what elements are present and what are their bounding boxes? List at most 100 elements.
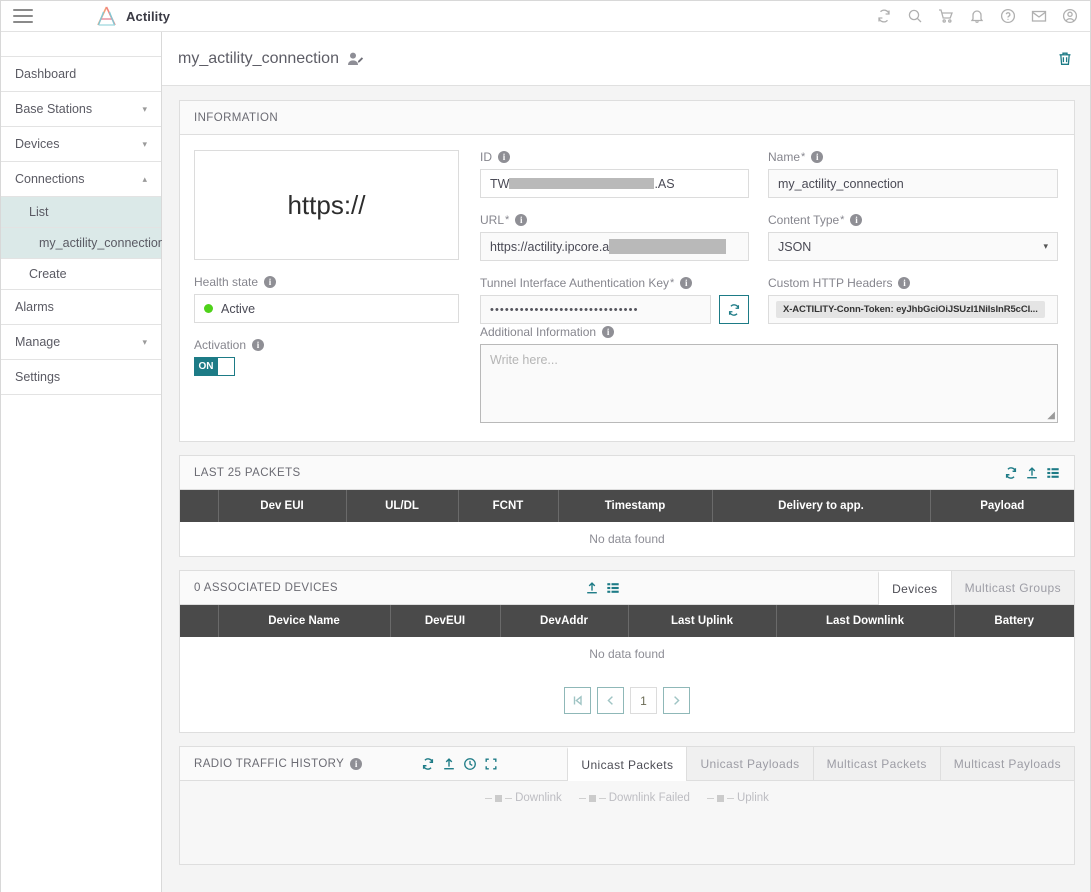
export-icon[interactable] [442, 757, 456, 771]
page-header: my_actility_connection [162, 32, 1090, 86]
columns-icon[interactable] [1046, 466, 1060, 480]
column-header[interactable] [180, 490, 219, 522]
columns-icon[interactable] [606, 581, 620, 595]
header-chip[interactable]: X-ACTILITY-Conn-Token: eyJhbGciOiJSUzI1N… [776, 301, 1045, 318]
info-icon[interactable]: i [498, 151, 510, 163]
fullscreen-icon[interactable] [484, 757, 498, 771]
page-number-input[interactable]: 1 [630, 687, 657, 714]
custom-headers-field[interactable]: X-ACTILITY-Conn-Token: eyJhbGciOiJSUzI1N… [768, 295, 1058, 324]
sidebar-item-alarms[interactable]: Alarms [1, 290, 161, 325]
cart-icon[interactable] [938, 8, 954, 24]
chevron-up-icon: ▴ [142, 173, 147, 184]
redaction-bar [509, 178, 655, 189]
column-header[interactable]: Payload [930, 490, 1074, 522]
sidebar-item-dashboard[interactable]: Dashboard [1, 57, 161, 92]
url-field[interactable]: https://actility.ipcore.a [480, 232, 749, 261]
tab-devices[interactable]: Devices [878, 571, 951, 605]
sidebar-item-settings[interactable]: Settings [1, 360, 161, 395]
sidebar-item-label: Settings [15, 370, 61, 384]
sidebar-item-manage[interactable]: Manage ▾ [1, 325, 161, 360]
packets-table: Dev EUI UL/DL FCNT Timestamp Delivery to… [180, 490, 1074, 556]
info-icon[interactable]: i [602, 326, 615, 338]
hamburger-icon[interactable] [13, 9, 33, 23]
legend-marker [716, 794, 724, 802]
user-edit-icon[interactable] [347, 51, 364, 67]
tab-unicast-payloads[interactable]: Unicast Payloads [686, 747, 813, 780]
sidebar-item-base-stations[interactable]: Base Stations ▾ [1, 92, 161, 127]
additional-info-spacer [194, 325, 480, 423]
column-header[interactable]: UL/DL [346, 490, 459, 522]
column-header[interactable]: Device Name [218, 605, 391, 637]
account-icon[interactable] [1062, 8, 1078, 24]
id-value-prefix: TW [490, 176, 510, 191]
regenerate-key-button[interactable] [719, 295, 749, 324]
id-field[interactable]: TW .AS [480, 169, 749, 198]
column-header[interactable]: Dev EUI [218, 490, 347, 522]
legend-item-downlink-failed[interactable]: Downlink Failed [578, 792, 690, 804]
trash-icon[interactable] [1056, 50, 1074, 68]
tab-multicast-packets[interactable]: Multicast Packets [812, 747, 940, 780]
name-value: my_actility_connection [778, 176, 904, 191]
section-title: RADIO TRAFFIC HISTORY [194, 757, 345, 770]
refresh-icon[interactable] [876, 8, 892, 24]
tab-unicast-packets[interactable]: Unicast Packets [567, 747, 687, 781]
devices-table: Device Name DevEUI DevAddr Last Uplink L… [180, 605, 1074, 671]
radio-traffic-chart [180, 818, 1074, 864]
info-icon[interactable]: i [898, 277, 911, 289]
column-header[interactable]: Last Downlink [776, 605, 955, 637]
sidebar-item-list[interactable]: List [1, 197, 161, 228]
info-icon[interactable]: i [811, 151, 824, 163]
actility-logo-icon [97, 6, 116, 26]
sidebar-item-label: Connections [15, 172, 85, 186]
first-page-button[interactable] [564, 687, 591, 714]
status-dot-icon [204, 304, 213, 313]
topbar-icon-group [876, 8, 1078, 24]
column-header[interactable] [180, 605, 219, 637]
id-label: ID i [480, 150, 749, 164]
tab-multicast-payloads[interactable]: Multicast Payloads [939, 747, 1074, 780]
export-icon[interactable] [585, 581, 599, 595]
auth-key-value: •••••••••••••••••••••••••••••• [490, 303, 639, 316]
info-icon[interactable]: i [350, 757, 363, 770]
column-header[interactable]: Battery [954, 605, 1074, 637]
info-icon[interactable]: i [850, 214, 863, 226]
refresh-icon[interactable] [421, 757, 435, 771]
auth-key-field[interactable]: •••••••••••••••••••••••••••••• [480, 295, 711, 324]
previous-page-button[interactable] [597, 687, 624, 714]
refresh-icon[interactable] [1004, 466, 1018, 480]
sidebar-item-create[interactable]: Create [1, 259, 161, 290]
column-header[interactable]: FCNT [458, 490, 559, 522]
column-header[interactable]: Last Uplink [628, 605, 777, 637]
additional-info-textarea[interactable]: Write here... ◢ [480, 344, 1058, 423]
column-header[interactable]: DevEUI [390, 605, 501, 637]
table-header-row: Device Name DevEUI DevAddr Last Uplink L… [180, 605, 1074, 637]
clock-icon[interactable] [463, 757, 477, 771]
search-icon[interactable] [907, 8, 923, 24]
url-preview-text: https:// [287, 189, 366, 220]
chevron-down-icon: ▾ [142, 103, 147, 114]
radio-traffic-tabs: Unicast Packets Unicast Payloads Multica… [567, 747, 1074, 781]
column-header[interactable]: Delivery to app. [712, 490, 931, 522]
info-icon[interactable]: i [515, 214, 528, 226]
column-header[interactable]: DevAddr [500, 605, 629, 637]
help-icon[interactable] [1000, 8, 1016, 24]
next-page-button[interactable] [663, 687, 690, 714]
associated-devices-header: 0 ASSOCIATED DEVICES Devices Multicast G… [180, 571, 1074, 605]
export-icon[interactable] [1025, 466, 1039, 480]
content-type-select[interactable]: JSON ▾ [768, 232, 1058, 261]
column-header[interactable]: Timestamp [558, 490, 713, 522]
bell-icon[interactable] [969, 8, 985, 24]
mail-icon[interactable] [1031, 8, 1047, 24]
sidebar-item-connections[interactable]: Connections ▴ [1, 162, 161, 197]
tab-multicast-groups[interactable]: Multicast Groups [950, 571, 1074, 604]
info-icon[interactable]: i [264, 276, 277, 288]
sidebar-item-my-actility-connection[interactable]: my_actility_connection [1, 228, 165, 259]
resize-handle-icon[interactable]: ◢ [1047, 410, 1055, 421]
legend-item-downlink[interactable]: Downlink [485, 792, 562, 804]
brand-logo[interactable]: Actility [95, 6, 170, 27]
scroll-area[interactable]: INFORMATION https:// Health state i Acti… [162, 86, 1090, 892]
legend-item-uplink[interactable]: Uplink [706, 792, 769, 804]
info-icon[interactable]: i [680, 277, 693, 289]
name-field[interactable]: my_actility_connection [768, 169, 1058, 198]
sidebar-item-devices[interactable]: Devices ▾ [1, 127, 161, 162]
